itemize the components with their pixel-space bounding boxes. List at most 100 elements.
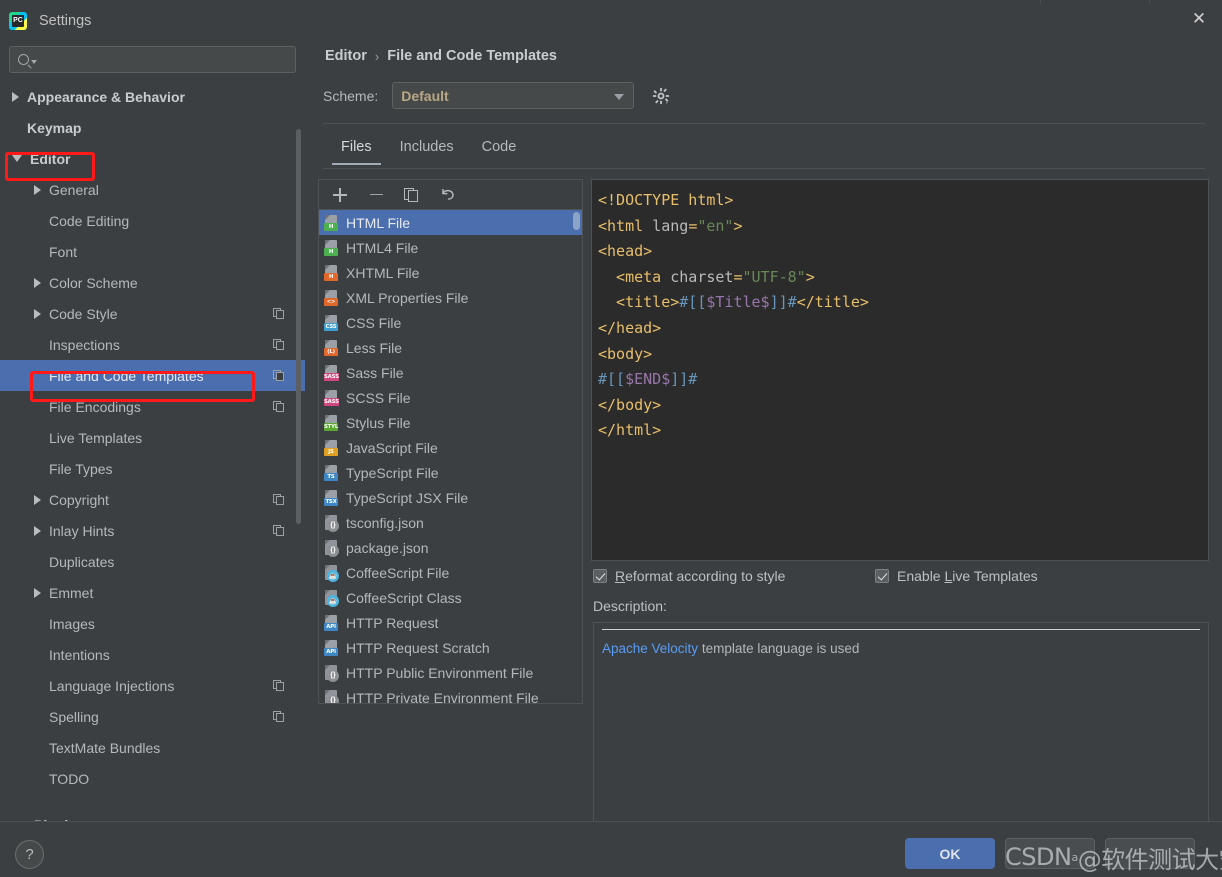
close-icon[interactable]: ✕ bbox=[1176, 0, 1222, 37]
template-list[interactable]: HHTML FileHHTML4 FileHXHTML File<>XML Pr… bbox=[319, 210, 582, 703]
apply-button[interactable] bbox=[1105, 838, 1195, 869]
sidebar-item-keymap[interactable]: Keymap bbox=[0, 112, 305, 143]
help-button[interactable]: ? bbox=[15, 840, 44, 869]
apache-velocity-link[interactable]: Apache Velocity bbox=[602, 641, 698, 656]
copy-settings-icon[interactable] bbox=[273, 308, 285, 320]
template-list-item[interactable]: HHTML4 File bbox=[319, 235, 582, 260]
copy-settings-icon[interactable] bbox=[273, 401, 285, 413]
template-list-item[interactable]: SASSSCSS File bbox=[319, 385, 582, 410]
sidebar-item-spelling[interactable]: Spelling bbox=[0, 701, 305, 732]
sidebar-item-file-and-code-templates[interactable]: File and Code Templates bbox=[0, 360, 305, 391]
chevron-right-icon[interactable] bbox=[34, 309, 41, 319]
template-list-item[interactable]: {}tsconfig.json bbox=[319, 510, 582, 535]
sidebar-item-duplicates[interactable]: Duplicates bbox=[0, 546, 305, 577]
template-list-item-label: HTTP Private Environment File bbox=[346, 690, 539, 704]
breadcrumb-separator: › bbox=[375, 49, 379, 64]
http-request-icon: API bbox=[324, 615, 339, 631]
sidebar-item-todo[interactable]: TODO bbox=[0, 763, 305, 794]
sidebar-item-font[interactable]: Font bbox=[0, 236, 305, 267]
template-list-item[interactable]: {}HTTP Private Environment File bbox=[319, 685, 582, 703]
cancel-button[interactable] bbox=[1005, 838, 1095, 869]
tab-code[interactable]: Code bbox=[468, 133, 531, 165]
chevron-right-icon[interactable] bbox=[34, 495, 41, 505]
sidebar-item-inlay-hints[interactable]: Inlay Hints bbox=[0, 515, 305, 546]
sidebar-item-appearance-behavior[interactable]: Appearance & Behavior bbox=[0, 81, 305, 112]
template-list-item[interactable]: <>XML Properties File bbox=[319, 285, 582, 310]
sidebar-item-color-scheme[interactable]: Color Scheme bbox=[0, 267, 305, 298]
sidebar-item-file-encodings[interactable]: File Encodings bbox=[0, 391, 305, 422]
sidebar-item-label: Appearance & Behavior bbox=[27, 89, 185, 105]
code-token: ]]# bbox=[670, 370, 697, 388]
template-list-item[interactable]: TSXTypeScript JSX File bbox=[319, 485, 582, 510]
copy-settings-icon[interactable] bbox=[273, 525, 285, 537]
template-list-item-label: tsconfig.json bbox=[346, 515, 424, 531]
copy-settings-icon[interactable] bbox=[273, 339, 285, 351]
template-list-item[interactable]: ☕CoffeeScript File bbox=[319, 560, 582, 585]
template-list-item[interactable]: TSTypeScript File bbox=[319, 460, 582, 485]
reformat-label-rest: eformat according to style bbox=[625, 568, 785, 584]
template-list-item[interactable]: {}HTTP Public Environment File bbox=[319, 660, 582, 685]
breadcrumb-parent[interactable]: Editor bbox=[325, 48, 367, 64]
template-list-item[interactable]: ☕CoffeeScript Class bbox=[319, 585, 582, 610]
sidebar-item-textmate-bundles[interactable]: TextMate Bundles bbox=[0, 732, 305, 763]
sidebar-item-images[interactable]: Images bbox=[0, 608, 305, 639]
template-list-item[interactable]: CSSCSS File bbox=[319, 310, 582, 335]
html4-file-icon: H bbox=[324, 240, 339, 256]
description-box[interactable]: Apache Velocity template language is use… bbox=[593, 622, 1209, 844]
chevron-down-icon[interactable] bbox=[12, 155, 22, 162]
sidebar-item-language-injections[interactable]: Language Injections bbox=[0, 670, 305, 701]
template-code-editor[interactable]: <!DOCTYPE html><html lang="en"><head> <m… bbox=[591, 179, 1209, 561]
template-list-item[interactable]: JSJavaScript File bbox=[319, 435, 582, 460]
template-list-toolbar bbox=[319, 180, 582, 210]
sidebar-scrollbar[interactable] bbox=[296, 129, 301, 524]
template-list-item[interactable]: HXHTML File bbox=[319, 260, 582, 285]
sidebar-item-label: Color Scheme bbox=[49, 275, 138, 291]
scheme-dropdown[interactable]: Default bbox=[392, 82, 634, 109]
copy-settings-icon[interactable] bbox=[273, 370, 285, 382]
chevron-right-icon[interactable] bbox=[12, 92, 19, 102]
code-line: </body> bbox=[598, 393, 1208, 419]
sidebar-item-code-style[interactable]: Code Style bbox=[0, 298, 305, 329]
sidebar-item-editor[interactable]: Editor bbox=[0, 143, 305, 174]
template-list-item[interactable]: APIHTTP Request Scratch bbox=[319, 635, 582, 660]
live-templates-checkbox-row[interactable]: Enable Live Templates bbox=[875, 568, 1038, 584]
template-list-item[interactable]: HHTML File bbox=[319, 210, 582, 235]
scheme-value: Default bbox=[401, 88, 448, 104]
scheme-label: Scheme: bbox=[323, 88, 378, 104]
undo-icon[interactable] bbox=[440, 187, 456, 203]
code-token: = bbox=[733, 268, 742, 286]
code-token: > bbox=[733, 217, 742, 235]
plus-icon[interactable] bbox=[332, 187, 348, 203]
template-list-item[interactable]: APIHTTP Request bbox=[319, 610, 582, 635]
chevron-right-icon[interactable] bbox=[34, 526, 41, 536]
chevron-right-icon[interactable] bbox=[34, 278, 41, 288]
copy-settings-icon[interactable] bbox=[273, 494, 285, 506]
template-list-scrollbar-thumb[interactable] bbox=[573, 212, 580, 230]
live-templates-checkbox[interactable] bbox=[875, 569, 889, 583]
gear-icon[interactable] bbox=[652, 87, 670, 105]
search-input[interactable] bbox=[9, 46, 296, 73]
copy-settings-icon[interactable] bbox=[273, 711, 285, 723]
sidebar-item-inspections[interactable]: Inspections bbox=[0, 329, 305, 360]
copy-settings-icon[interactable] bbox=[273, 680, 285, 692]
ok-button[interactable]: OK bbox=[905, 838, 995, 869]
template-list-item[interactable]: {}package.json bbox=[319, 535, 582, 560]
chevron-right-icon[interactable] bbox=[34, 588, 41, 598]
sidebar-item-copyright[interactable]: Copyright bbox=[0, 484, 305, 515]
sidebar-item-emmet[interactable]: Emmet bbox=[0, 577, 305, 608]
tab-includes[interactable]: Includes bbox=[386, 133, 468, 165]
sidebar-item-file-types[interactable]: File Types bbox=[0, 453, 305, 484]
reformat-checkbox[interactable] bbox=[593, 569, 607, 583]
template-list-item[interactable]: SASSSass File bbox=[319, 360, 582, 385]
copy-icon[interactable] bbox=[404, 187, 420, 203]
tab-files[interactable]: Files bbox=[327, 133, 386, 165]
template-list-item[interactable]: STYLStylus File bbox=[319, 410, 582, 435]
sidebar-item-general[interactable]: General bbox=[0, 174, 305, 205]
minus-icon[interactable] bbox=[368, 187, 384, 203]
template-list-item[interactable]: (L)Less File bbox=[319, 335, 582, 360]
reformat-checkbox-row[interactable]: Reformat according to style bbox=[593, 568, 785, 584]
chevron-right-icon[interactable] bbox=[34, 185, 41, 195]
sidebar-item-intentions[interactable]: Intentions bbox=[0, 639, 305, 670]
sidebar-item-code-editing[interactable]: Code Editing bbox=[0, 205, 305, 236]
sidebar-item-live-templates[interactable]: Live Templates bbox=[0, 422, 305, 453]
